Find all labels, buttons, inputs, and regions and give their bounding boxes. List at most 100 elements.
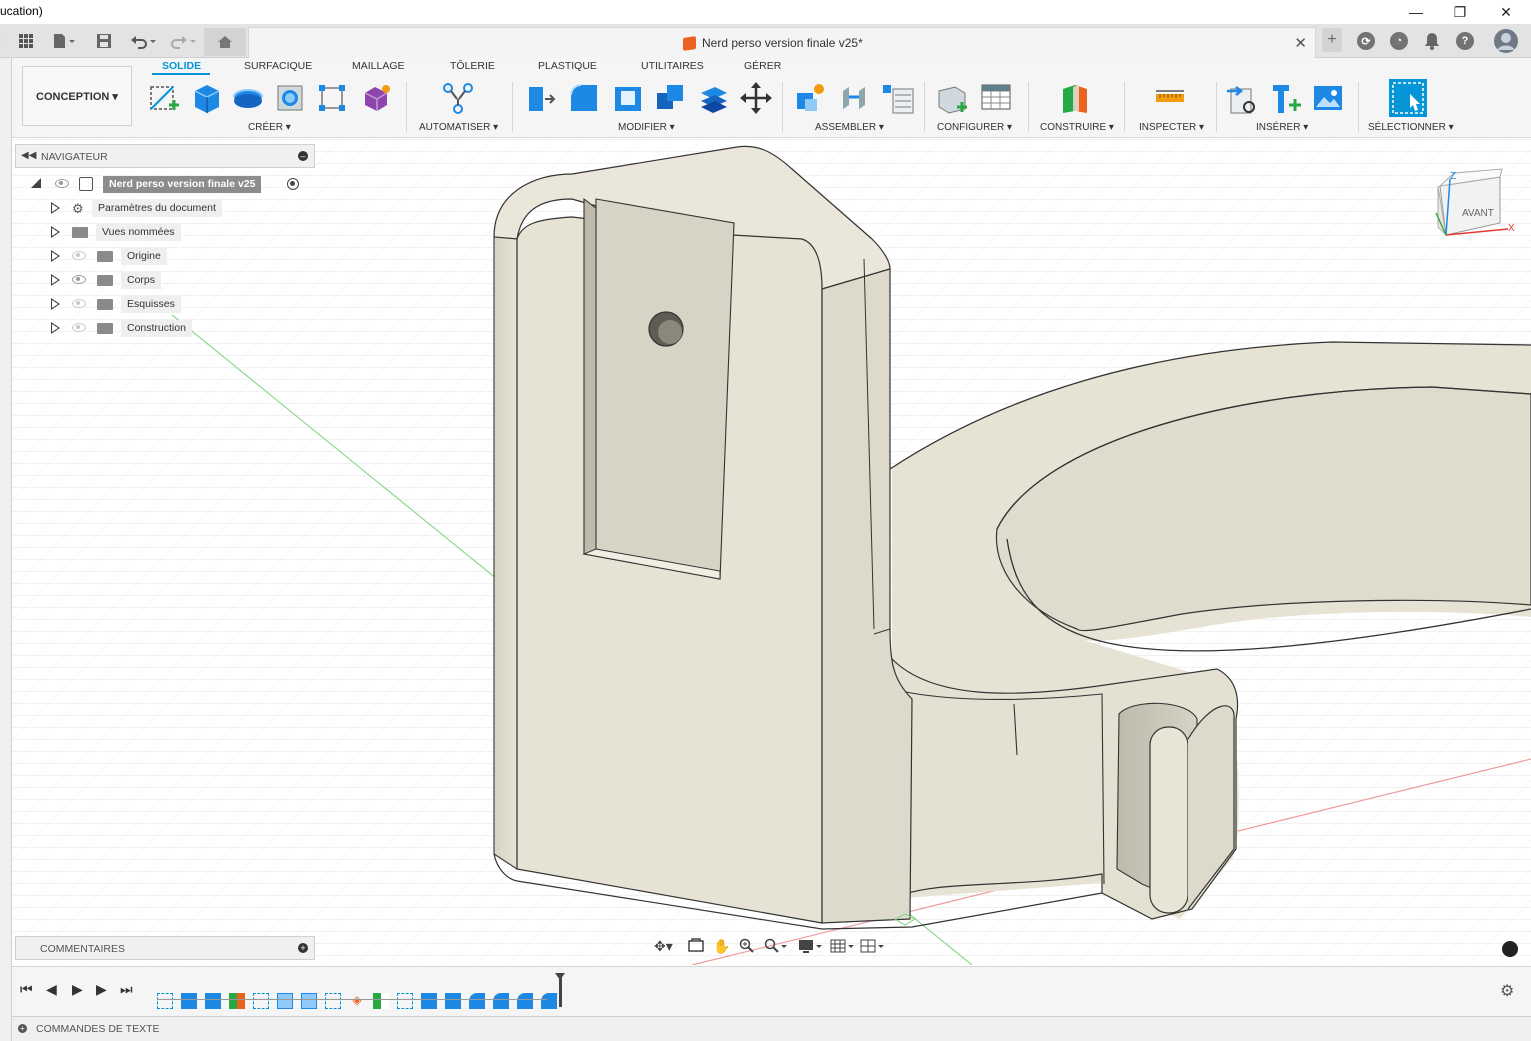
minimize-button[interactable]: — xyxy=(1393,0,1439,24)
group-label-inspect[interactable]: INSPECTER ▾ xyxy=(1139,122,1204,133)
browser-root-item[interactable]: Nerd perso version finale v25 xyxy=(15,174,315,194)
browser-item-label[interactable]: Construction xyxy=(121,320,192,337)
automate-icon[interactable] xyxy=(440,80,476,116)
viewports-icon[interactable] xyxy=(860,938,886,957)
notifications-bell-icon[interactable] xyxy=(1421,30,1443,52)
grid-settings-icon[interactable] xyxy=(830,938,856,957)
viewcube-front-label[interactable]: AVANT xyxy=(1462,208,1494,219)
file-menu-icon[interactable] xyxy=(52,30,76,52)
expand-text-commands-icon[interactable]: + xyxy=(18,1024,27,1033)
configure-icon[interactable] xyxy=(934,80,970,116)
hidden-eye-icon[interactable] xyxy=(72,323,86,332)
add-comment-icon[interactable]: + xyxy=(298,943,308,953)
timeline-fillet-icon[interactable] xyxy=(541,993,557,1009)
timeline-fillet-icon[interactable] xyxy=(493,993,509,1009)
browser-item-bodies[interactable]: Corps xyxy=(15,270,315,290)
group-label-insert[interactable]: INSÉRER ▾ xyxy=(1256,122,1308,133)
insert-mcmaster-icon[interactable] xyxy=(1268,80,1304,116)
browser-item-label[interactable]: Paramètres du document xyxy=(92,200,222,217)
fillet-icon[interactable] xyxy=(566,80,602,116)
group-label-assemble[interactable]: ASSEMBLER ▾ xyxy=(815,122,884,133)
timeline-axis-icon[interactable] xyxy=(373,993,389,1009)
timeline-move-icon[interactable]: ◈ xyxy=(349,993,365,1009)
step-forward-icon[interactable]: ▶ xyxy=(96,981,107,998)
collapse-panel-icon[interactable]: ◀◀ xyxy=(21,150,36,161)
timeline-plane-icon[interactable] xyxy=(229,993,245,1009)
browser-item-label[interactable]: Vues nommées xyxy=(96,224,181,241)
browser-item-construction[interactable]: Construction xyxy=(15,318,315,338)
close-window-button[interactable]: ✕ xyxy=(1483,0,1529,24)
tab-mesh[interactable]: MAILLAGE xyxy=(352,60,405,72)
close-tab-button[interactable]: ✕ xyxy=(1294,34,1307,52)
timeline-fillet-icon[interactable] xyxy=(517,993,533,1009)
text-commands-bar[interactable]: + COMMANDES DE TEXTE xyxy=(12,1016,1531,1041)
go-to-end-icon[interactable]: ⏭ xyxy=(120,981,133,998)
group-label-automate[interactable]: AUTOMATISER ▾ xyxy=(419,122,498,133)
data-panel-grid-icon[interactable] xyxy=(18,30,34,52)
expand-triangle-icon[interactable] xyxy=(51,322,60,334)
back-arrow-icon[interactable]: ‹ xyxy=(0,30,1,52)
job-status-icon[interactable]: ◔ xyxy=(1388,30,1410,52)
timeline-extrude-icon[interactable] xyxy=(205,993,221,1009)
visibility-eye-icon[interactable] xyxy=(55,179,69,188)
expand-triangle-icon[interactable] xyxy=(51,226,60,238)
group-label-configure[interactable]: CONFIGURER ▾ xyxy=(937,122,1012,133)
combine-icon[interactable] xyxy=(652,80,688,116)
tab-manage[interactable]: GÉRER xyxy=(744,60,781,72)
timeline-sketch-icon[interactable] xyxy=(157,993,173,1009)
group-label-modify[interactable]: MODIFIER ▾ xyxy=(618,122,675,133)
expand-triangle-icon[interactable] xyxy=(51,298,60,310)
look-at-icon[interactable] xyxy=(688,938,704,955)
extrude-icon[interactable] xyxy=(188,80,224,116)
extensions-icon[interactable]: ⟳ xyxy=(1355,30,1377,52)
group-label-construct[interactable]: CONSTRUIRE ▾ xyxy=(1040,122,1114,133)
zoom-icon[interactable] xyxy=(739,938,755,957)
tab-solid[interactable]: SOLIDE xyxy=(162,60,201,72)
undo-icon[interactable] xyxy=(130,30,158,52)
offset-face-icon[interactable] xyxy=(696,80,732,116)
select-icon[interactable] xyxy=(1388,78,1428,118)
pattern-icon[interactable] xyxy=(314,80,350,116)
tab-plastic[interactable]: PLASTIQUE xyxy=(538,60,597,72)
group-label-select[interactable]: SÉLECTIONNER ▾ xyxy=(1368,122,1454,133)
user-avatar[interactable] xyxy=(1492,27,1520,55)
press-pull-icon[interactable] xyxy=(522,80,558,116)
step-back-icon[interactable]: ◀ xyxy=(46,981,57,998)
form-icon[interactable] xyxy=(358,80,394,116)
tab-utilities[interactable]: UTILITAIRES xyxy=(641,60,704,72)
collapse-triangle-icon[interactable] xyxy=(31,178,41,188)
timeline-sketch-icon[interactable] xyxy=(397,993,413,1009)
minimize-panel-icon[interactable]: – xyxy=(298,151,308,161)
new-tab-plus-icon[interactable]: + xyxy=(1322,28,1342,52)
home-icon[interactable] xyxy=(204,28,246,56)
navigator-header[interactable]: ◀◀ NAVIGATEUR – xyxy=(15,144,315,168)
move-copy-icon[interactable] xyxy=(738,80,774,116)
hole-icon[interactable] xyxy=(272,80,308,116)
visibility-eye-icon[interactable] xyxy=(72,275,86,284)
timeline-fillet-icon[interactable] xyxy=(469,993,485,1009)
measure-icon[interactable] xyxy=(1152,80,1188,116)
pan-hand-icon[interactable]: ✋ xyxy=(713,938,730,955)
timeline-settings-gear-icon[interactable]: ⚙ xyxy=(1500,981,1514,1001)
document-tab[interactable]: Nerd perso version finale v25* ✕ xyxy=(248,27,1316,58)
save-icon[interactable] xyxy=(96,30,112,52)
joint-icon[interactable] xyxy=(836,80,872,116)
browser-item-label[interactable]: Origine xyxy=(121,248,167,265)
bill-of-materials-icon[interactable] xyxy=(880,80,916,116)
timeline-extrude-icon[interactable] xyxy=(181,993,197,1009)
expand-triangle-icon[interactable] xyxy=(51,250,60,262)
browser-item-named-views[interactable]: Vues nommées xyxy=(15,222,315,242)
browser-root-label[interactable]: Nerd perso version finale v25 xyxy=(103,176,262,193)
tab-surface[interactable]: SURFACIQUE xyxy=(244,60,312,72)
group-label-create[interactable]: CRÉER ▾ xyxy=(248,122,291,133)
redo-icon[interactable] xyxy=(170,30,198,52)
expand-triangle-icon[interactable] xyxy=(51,202,60,214)
hidden-eye-icon[interactable] xyxy=(72,299,86,308)
activate-radio-icon[interactable] xyxy=(287,178,299,190)
insert-canvas-icon[interactable] xyxy=(1310,80,1346,116)
workspace-switcher-button[interactable]: CONCEPTION ▾ xyxy=(22,66,132,126)
fit-zoom-window-icon[interactable] xyxy=(764,938,788,957)
browser-item-label[interactable]: Corps xyxy=(121,272,162,289)
revolve-icon[interactable] xyxy=(230,80,266,116)
help-icon[interactable]: ? xyxy=(1454,30,1476,52)
